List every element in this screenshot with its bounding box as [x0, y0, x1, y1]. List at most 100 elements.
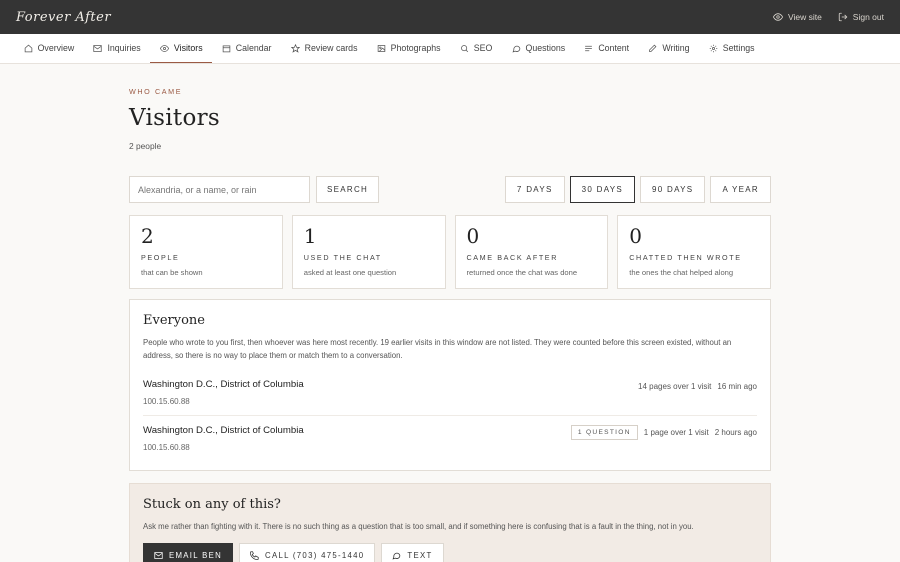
tab-photographs[interactable]: Photographs: [367, 34, 450, 63]
visit-ip: 100.15.60.88: [143, 443, 190, 452]
visit-meta: 1 QUESTION 1 page over 1 visit 2 hours a…: [570, 424, 757, 440]
pencil-icon: [649, 44, 657, 52]
stat-value: 0: [466, 224, 480, 248]
stat-label: CHATTED THEN WROTE: [629, 253, 742, 262]
stat-label: CAME BACK AFTER: [466, 253, 558, 262]
sign-out-link[interactable]: Sign out: [838, 12, 884, 22]
tab-label: Calendar: [235, 43, 272, 53]
stat-desc: the ones the chat helped along: [629, 268, 734, 277]
tab-label: Questions: [525, 43, 566, 53]
mail-icon: [93, 44, 103, 52]
tab-label: Review cards: [304, 43, 358, 53]
visit-pages: 1 page over 1 visit: [643, 427, 709, 437]
email-label: EMAIL BEN: [169, 550, 223, 560]
brand-logo[interactable]: Forever After: [16, 10, 111, 25]
controls-row: SEARCH 7 DAYS 30 DAYS 90 DAYS A YEAR: [129, 176, 771, 203]
stat-label: USED THE CHAT: [303, 253, 382, 262]
mail-icon: [154, 551, 163, 559]
tab-overview[interactable]: Overview: [14, 34, 84, 63]
call-button[interactable]: CALL (703) 475-1440: [239, 543, 376, 562]
eye-icon: [159, 44, 169, 52]
eye-icon: [772, 13, 783, 21]
everyone-panel: Everyone People who wrote to you first, …: [129, 299, 771, 471]
help-actions: EMAIL BEN CALL (703) 475-1440 TEXT: [143, 543, 757, 562]
gear-icon: [709, 44, 717, 52]
tab-calendar[interactable]: Calendar: [212, 34, 281, 63]
range-selector: 7 DAYS 30 DAYS 90 DAYS A YEAR: [504, 176, 771, 203]
tab-label: Writing: [662, 43, 690, 53]
list-item[interactable]: Washington D.C., District of Columbia 10…: [143, 416, 757, 461]
visit-info: Washington D.C., District of Columbia 10…: [143, 425, 304, 452]
visit-meta: 14 pages over 1 visit 16 min ago: [638, 379, 757, 393]
stat-card-came-back: 0 CAME BACK AFTER returned once the chat…: [454, 215, 609, 289]
chat-icon: [511, 45, 520, 52]
range-30-days[interactable]: 30 DAYS: [569, 176, 636, 203]
stat-value: 2: [141, 224, 154, 248]
calendar-icon: [222, 45, 231, 52]
stat-label: PEOPLE: [141, 253, 180, 262]
range-7-days[interactable]: 7 DAYS: [504, 176, 565, 203]
image-icon: [377, 44, 385, 52]
tab-content[interactable]: Content: [575, 34, 639, 63]
tab-label: Content: [598, 43, 630, 53]
stat-card-chatted-wrote: 0 CHATTED THEN WROTE the ones the chat h…: [617, 215, 771, 289]
stat-value: 0: [629, 224, 642, 248]
help-panel: Stuck on any of this? Ask me rather than…: [129, 483, 771, 562]
lines-icon: [585, 45, 593, 51]
tab-label: SEO: [473, 43, 493, 53]
panel-title: Everyone: [143, 313, 205, 328]
chat-icon: [392, 552, 401, 559]
view-site-link[interactable]: View site: [772, 12, 822, 22]
range-90-days[interactable]: 90 DAYS: [640, 176, 706, 203]
page-eyebrow: WHO CAME: [129, 87, 183, 96]
tab-visitors[interactable]: Visitors: [150, 34, 213, 63]
visit-time: 2 hours ago: [714, 427, 757, 437]
tab-questions[interactable]: Questions: [502, 34, 575, 63]
tab-inquiries[interactable]: Inquiries: [84, 34, 150, 63]
people-count: 2 people: [129, 141, 162, 151]
list-item[interactable]: Washington D.C., District of Columbia 10…: [143, 370, 757, 416]
home-icon: [24, 44, 32, 52]
text-button[interactable]: TEXT: [381, 543, 444, 562]
stat-desc: that can be shown: [141, 268, 203, 277]
tab-settings[interactable]: Settings: [699, 34, 764, 63]
panel-description: People who wrote to you first, then whoe…: [143, 338, 732, 360]
tab-label: Visitors: [173, 43, 203, 53]
search-input[interactable]: [129, 176, 310, 203]
tab-writing[interactable]: Writing: [639, 34, 699, 63]
visit-location: Washington D.C., District of Columbia: [143, 379, 304, 390]
help-title: Stuck on any of this?: [143, 497, 281, 512]
search-button[interactable]: SEARCH: [316, 176, 380, 203]
tab-label: Settings: [722, 43, 755, 53]
visit-location: Washington D.C., District of Columbia: [143, 425, 304, 436]
stat-desc: returned once the chat was done: [466, 268, 578, 277]
tab-seo[interactable]: SEO: [450, 34, 502, 63]
top-bar: Forever After View site Sign out: [0, 0, 900, 34]
star-icon: [290, 43, 300, 53]
visit-pages: 14 pages over 1 visit: [638, 381, 712, 391]
view-site-label: View site: [787, 12, 822, 22]
main-nav: Overview Inquiries Visitors Calendar Rev…: [0, 34, 900, 64]
phone-icon: [250, 550, 259, 560]
range-a-year[interactable]: A YEAR: [710, 176, 771, 203]
search-group: SEARCH: [129, 176, 380, 203]
tab-label: Photographs: [390, 43, 441, 53]
sign-out-label: Sign out: [852, 12, 884, 22]
stat-desc: asked at least one question: [303, 268, 397, 277]
question-badge: 1 QUESTION: [570, 424, 638, 440]
stat-card-people: 2 PEOPLE that can be shown: [129, 215, 283, 289]
help-description: Ask me rather than fighting with it. The…: [143, 522, 694, 531]
call-label: CALL (703) 475-1440: [265, 550, 365, 560]
visit-time: 16 min ago: [717, 381, 757, 391]
tab-review-cards[interactable]: Review cards: [281, 34, 367, 63]
page-title: Visitors: [129, 105, 221, 131]
email-button[interactable]: EMAIL BEN: [143, 543, 234, 562]
main-content: WHO CAME Visitors 2 people SEARCH 7 DAYS…: [129, 64, 771, 471]
stat-card-used-chat: 1 USED THE CHAT asked at least one quest…: [291, 215, 446, 289]
stats-row: 2 PEOPLE that can be shown 1 USED THE CH…: [129, 215, 771, 289]
stat-value: 1: [303, 224, 317, 248]
top-actions: View site Sign out: [772, 12, 884, 22]
visits-list: Washington D.C., District of Columbia 10…: [143, 370, 757, 461]
sign-out-icon: [838, 12, 848, 22]
tab-label: Inquiries: [107, 43, 141, 53]
